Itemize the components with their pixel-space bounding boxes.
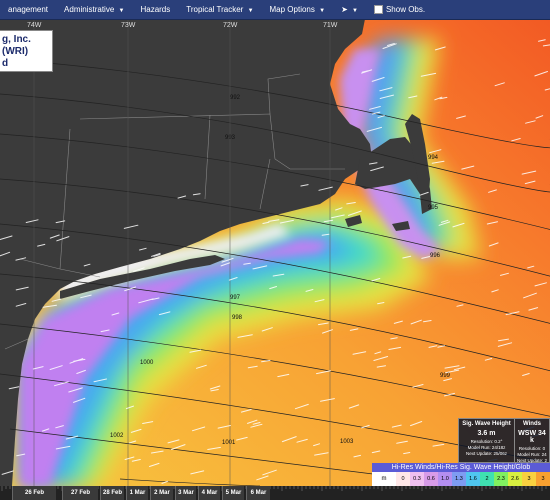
legend-swatch: 0.6 <box>424 472 438 486</box>
wave-height-legend: Hi-Res Winds/Hi-Res Sig. Wave Height/Glo… <box>372 463 550 486</box>
timeline-day-label[interactable]: 26 Feb <box>12 486 56 500</box>
legend-title: Hi-Res Winds/Hi-Res Sig. Wave Height/Glo… <box>372 463 550 472</box>
legend-color-scale: m 0 0.3 0.6 1.0 1.3 1.6 2 2.3 2.6 3 3 <box>372 472 550 486</box>
timeline-day-label[interactable]: 5 Mar <box>222 486 244 500</box>
timeline-day-label[interactable]: 2 Mar <box>150 486 173 500</box>
nav-administrative-menu[interactable]: Administrative ▼ <box>56 5 132 14</box>
chevron-down-icon: ▼ <box>118 8 125 14</box>
show-obs-checkbox[interactable] <box>373 5 383 15</box>
isobar-label: 992 <box>230 95 241 101</box>
legend-swatch: 0 <box>396 472 410 486</box>
nav-location-menu[interactable]: ➤ ▼ <box>333 5 366 14</box>
isobar-label: 999 <box>440 373 451 379</box>
longitude-label: 73W <box>121 22 136 29</box>
wind-info-panel: Winds WSW 34 k Resolution: 0 Model Run: … <box>514 418 550 463</box>
isobar-label: 998 <box>232 315 243 321</box>
wave-height-value: 3.6 m <box>477 430 496 437</box>
nav-management[interactable]: anagement <box>0 5 56 14</box>
legend-swatch: 1.6 <box>466 472 480 486</box>
top-navbar: anagement Administrative ▼ Hazards Tropi… <box>0 0 550 20</box>
nav-map-options-menu[interactable]: Map Options ▼ <box>262 5 334 14</box>
timeline-day-label[interactable]: 4 Mar <box>198 486 220 500</box>
longitude-label: 72W <box>223 22 238 29</box>
isobar-label: 997 <box>230 295 241 301</box>
company-title: g, Inc. (WRI) <box>2 34 31 57</box>
wave-info-panel: Sig. Wave Height 3.6 m Resolution: 0.2° … <box>458 418 515 463</box>
wave-info-header: Sig. Wave Height <box>462 421 511 427</box>
chevron-down-icon: ▼ <box>352 8 358 14</box>
timeline-day-label[interactable]: 3 Mar <box>175 486 196 500</box>
legend-swatch: 3 <box>536 472 550 486</box>
legend-unit: m <box>381 476 387 482</box>
isobar-label: 1000 <box>140 360 154 366</box>
map-canvas[interactable]: 992 993 994 995 996 997 998 999 1000 100… <box>0 19 550 486</box>
chevron-down-icon: ▼ <box>247 8 254 14</box>
timeline-day-label[interactable]: 27 Feb <box>62 486 98 500</box>
isobar-label: 1001 <box>222 440 236 446</box>
legend-swatch: 0.3 <box>410 472 424 486</box>
isobar-label: 996 <box>430 253 441 259</box>
isobar-label: 993 <box>225 135 236 141</box>
isobar-label: 1003 <box>340 439 354 445</box>
legend-swatch: 1.0 <box>438 472 452 486</box>
nav-tropical-tracker-menu[interactable]: Tropical Tracker ▼ <box>178 5 261 14</box>
legend-swatch: 3 <box>522 472 536 486</box>
wind-value: WSW 34 k <box>518 430 546 444</box>
wind-info-header: Winds <box>523 421 541 427</box>
nav-hazards[interactable]: Hazards <box>132 5 178 14</box>
company-title-box: g, Inc. (WRI) d <box>0 30 53 72</box>
location-arrow-icon: ➤ <box>341 5 348 14</box>
timeline-day-label[interactable]: 1 Mar <box>126 486 148 500</box>
timeline-day-label[interactable]: 6 Mar <box>246 486 270 500</box>
point-info-box: Sig. Wave Height 3.6 m Resolution: 0.2° … <box>458 418 550 463</box>
longitude-label: 74W <box>27 22 42 29</box>
legend-swatch: 2.3 <box>494 472 508 486</box>
isobar-label: 995 <box>428 205 439 211</box>
isobar-label: 1002 <box>110 433 124 439</box>
chevron-down-icon: ▼ <box>319 8 326 14</box>
legend-swatch: 1.3 <box>452 472 466 486</box>
isobar-label: 994 <box>428 155 439 161</box>
timeline-bar[interactable]: 26 Feb 27 Feb 28 Feb 1 Mar 2 Mar 3 Mar 4 Mar 5 … <box>0 486 550 500</box>
show-obs-toggle[interactable]: Show Obs. <box>366 5 433 15</box>
legend-swatch: 2 <box>480 472 494 486</box>
timeline-day-label[interactable]: 28 Feb <box>100 486 124 500</box>
longitude-label: 71W <box>323 22 338 29</box>
wave-next-update: Next Update: 25/06z <box>465 451 507 456</box>
company-subtitle: d <box>2 58 9 69</box>
legend-swatch: 2.6 <box>508 472 522 486</box>
